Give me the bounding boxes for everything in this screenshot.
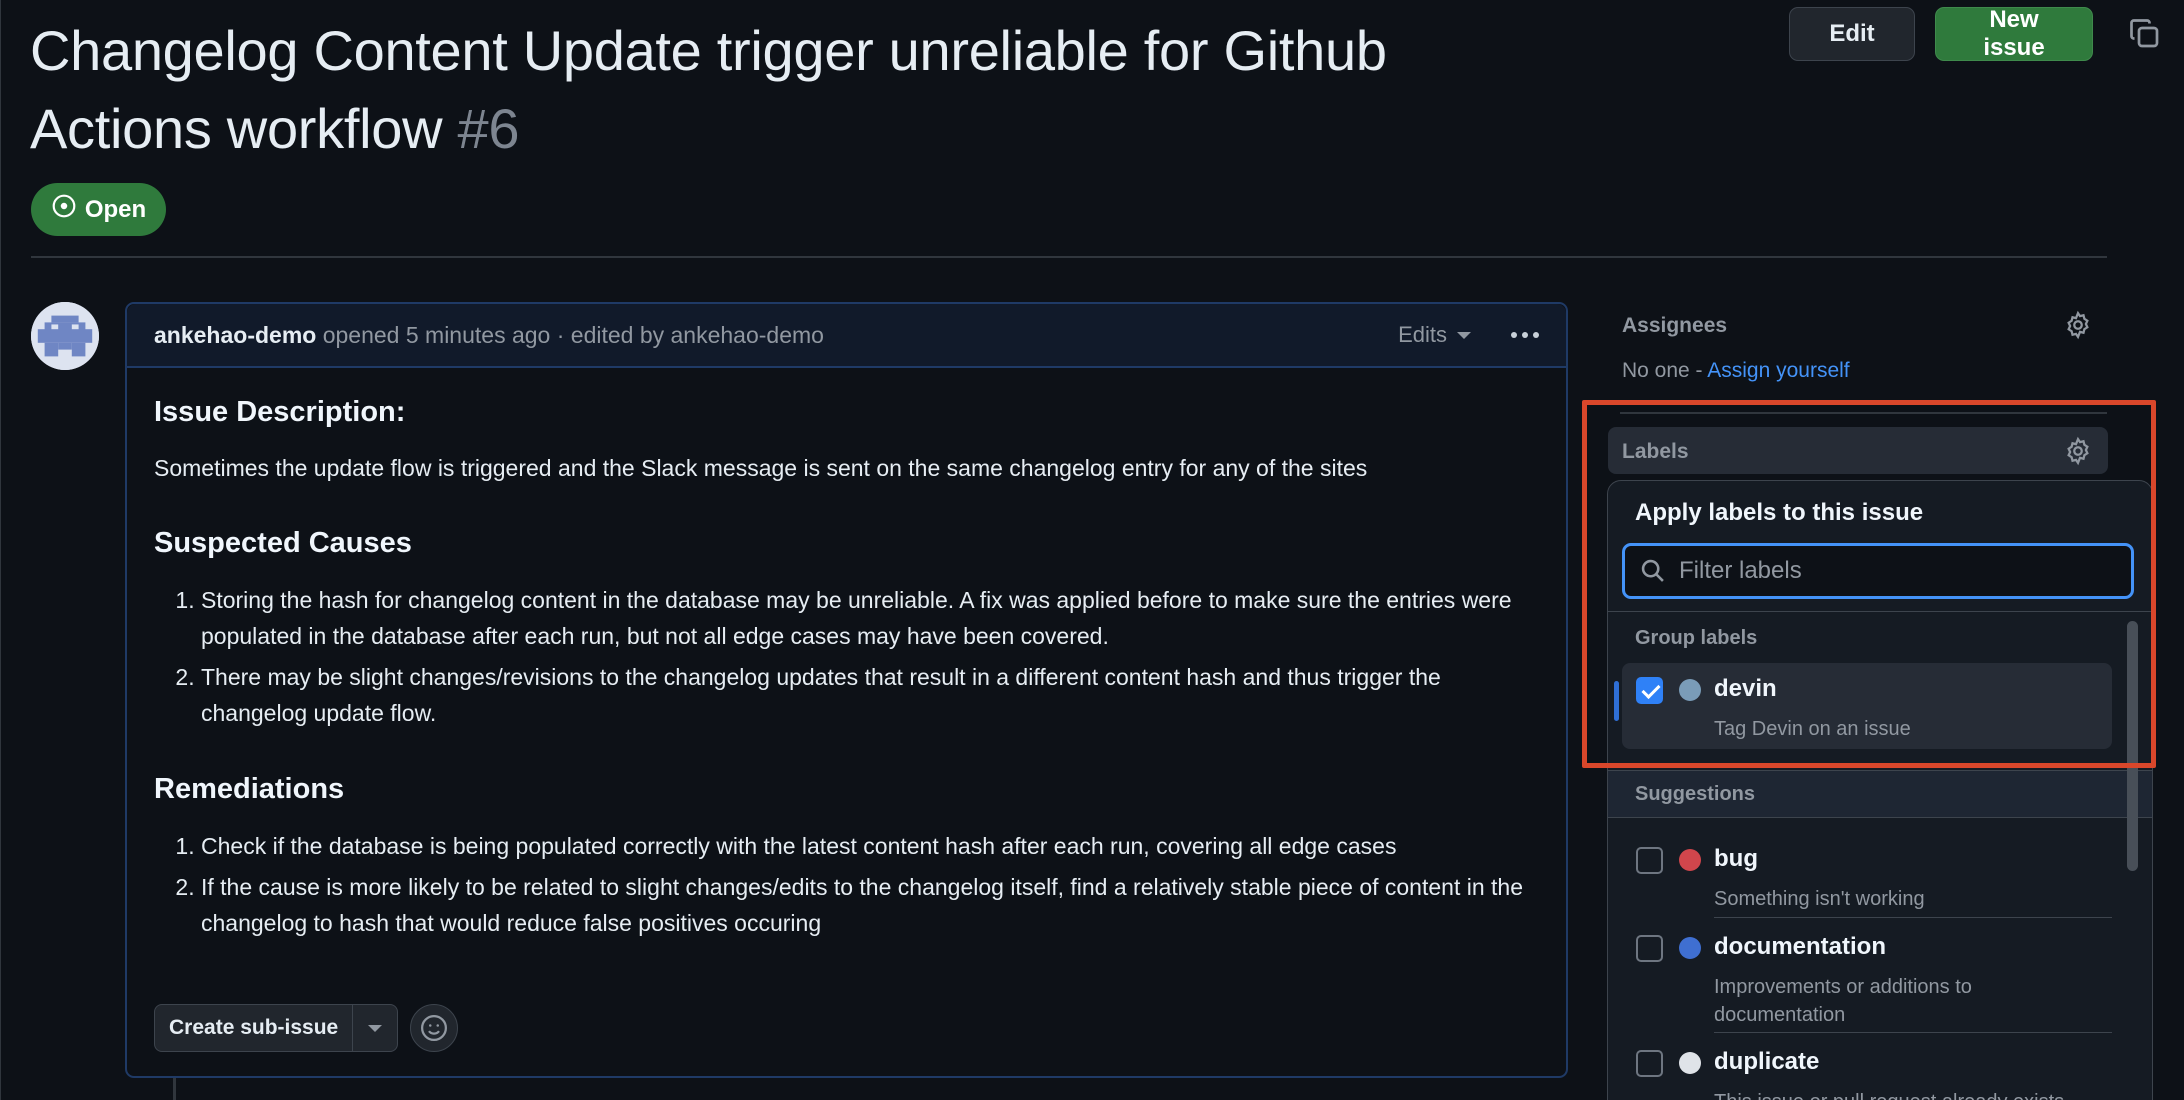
scrollbar[interactable] <box>2127 621 2138 871</box>
assignees-none: No one - <box>1622 359 1708 382</box>
create-sub-issue-button-group: Create sub-issue <box>154 1004 399 1052</box>
issue-number: #6 <box>457 97 520 160</box>
issue-comment: ankehao-demo opened 5 minutes ago · edit… <box>125 302 1568 1078</box>
list-item: There may be slight changes/revisions to… <box>201 659 1539 731</box>
list-item: If the cause is more likely to be relate… <box>201 869 1539 941</box>
edits-dropdown[interactable]: Edits <box>1398 322 1471 348</box>
heading-causes: Suspected Causes <box>154 527 412 559</box>
avatar[interactable] <box>31 302 99 370</box>
filter-labels-field[interactable] <box>1622 543 2134 599</box>
labels-section-header[interactable]: Labels <box>1608 427 2108 474</box>
comment-author[interactable]: ankehao-demo <box>154 322 316 349</box>
causes-list: Storing the hash for changelog content i… <box>154 582 1539 731</box>
group-labels-header: Group labels <box>1635 627 1758 649</box>
checkbox[interactable] <box>1636 1050 1663 1077</box>
issue-title: Changelog Content Update trigger unrelia… <box>30 12 1530 168</box>
assign-yourself-link[interactable]: Assign yourself <box>1707 359 1849 382</box>
description-text: Sometimes the update flow is triggered a… <box>154 455 1368 481</box>
label-picker: Apply labels to this issue Group labels … <box>1607 480 2153 1100</box>
divider <box>1714 917 2112 918</box>
label-option-documentation[interactable]: documentation Improvements or additions … <box>1622 921 2112 1026</box>
gear-icon[interactable] <box>2063 436 2093 466</box>
label-color-dot <box>1679 937 1701 959</box>
divider <box>31 256 2107 258</box>
sub-issue-dropdown-button[interactable] <box>353 1005 397 1051</box>
comment-body: Issue Description: Sometimes the update … <box>127 368 1566 974</box>
label-option-duplicate[interactable]: duplicate This issue or pull request alr… <box>1622 1036 2112 1100</box>
edits-label: Edits <box>1398 322 1447 347</box>
active-indicator <box>1614 681 1619 721</box>
create-sub-issue-button[interactable]: Create sub-issue <box>155 1005 354 1051</box>
label-description: This issue or pull request already exist… <box>1714 1088 2104 1100</box>
issue-title-text: Changelog Content Update trigger unrelia… <box>30 19 1387 160</box>
assignees-value: No one - Assign yourself <box>1622 359 1850 383</box>
status-badge: Open <box>31 183 166 236</box>
heading-description: Issue Description: <box>154 396 406 428</box>
label-description: Improvements or additions to documentati… <box>1714 976 1972 1026</box>
checkbox[interactable] <box>1636 935 1663 962</box>
label-description: Tag Devin on an issue <box>1714 718 1911 740</box>
label-name: documentation <box>1714 933 1886 960</box>
label-name: bug <box>1714 845 1758 872</box>
edit-button[interactable]: Edit <box>1789 7 1915 61</box>
suggestions-header: Suggestions <box>1608 770 2152 818</box>
remediations-list: Check if the database is being populated… <box>154 828 1539 941</box>
label-option-bug[interactable]: bug Something isn't working <box>1622 833 2112 919</box>
label-description: Something isn't working <box>1714 888 1925 910</box>
heading-remediations: Remediations <box>154 773 345 805</box>
status-badge-label: Open <box>84 195 147 223</box>
header-actions: Edit New issue <box>1789 6 2163 61</box>
list-item: Check if the database is being populated… <box>201 828 1539 864</box>
list-item: Storing the hash for changelog content i… <box>201 582 1539 654</box>
assignees-title: Assignees <box>1622 314 1728 337</box>
filter-labels-input[interactable] <box>1679 557 2119 585</box>
divider <box>1714 1032 2112 1033</box>
divider <box>1608 611 2152 612</box>
search-icon <box>1641 559 1664 582</box>
label-name: devin <box>1714 675 1777 702</box>
label-picker-title: Apply labels to this issue <box>1635 499 1924 526</box>
issue-opened-icon <box>51 193 77 226</box>
new-issue-button[interactable]: New issue <box>1935 6 2093 61</box>
caret-down-icon <box>1457 331 1471 339</box>
gear-icon[interactable] <box>2063 310 2093 340</box>
copy-icon[interactable] <box>2127 16 2163 52</box>
comment-meta: opened 5 minutes ago · edited by ankehao… <box>322 321 824 348</box>
label-color-dot <box>1679 679 1701 701</box>
smiley-icon <box>421 1015 448 1041</box>
labels-title: Labels <box>1622 440 1689 463</box>
comment-actions: Create sub-issue <box>154 1004 459 1052</box>
label-color-dot <box>1679 849 1701 871</box>
issue-page: Changelog Content Update trigger unrelia… <box>0 0 2184 1100</box>
checkbox[interactable] <box>1636 847 1663 874</box>
comment-header: ankehao-demo opened 5 minutes ago · edit… <box>127 304 1566 368</box>
kebab-icon[interactable] <box>1511 332 1539 338</box>
checkbox[interactable] <box>1636 677 1663 704</box>
divider <box>1620 412 2107 414</box>
label-name: duplicate <box>1714 1048 1820 1075</box>
timeline-line <box>173 1078 176 1100</box>
label-color-dot <box>1679 1052 1701 1074</box>
caret-down-icon <box>368 1024 383 1032</box>
suggestions-title: Suggestions <box>1635 783 1756 805</box>
add-reaction-button[interactable] <box>410 1004 459 1052</box>
label-option-devin[interactable]: devin Tag Devin on an issue <box>1614 663 2112 749</box>
